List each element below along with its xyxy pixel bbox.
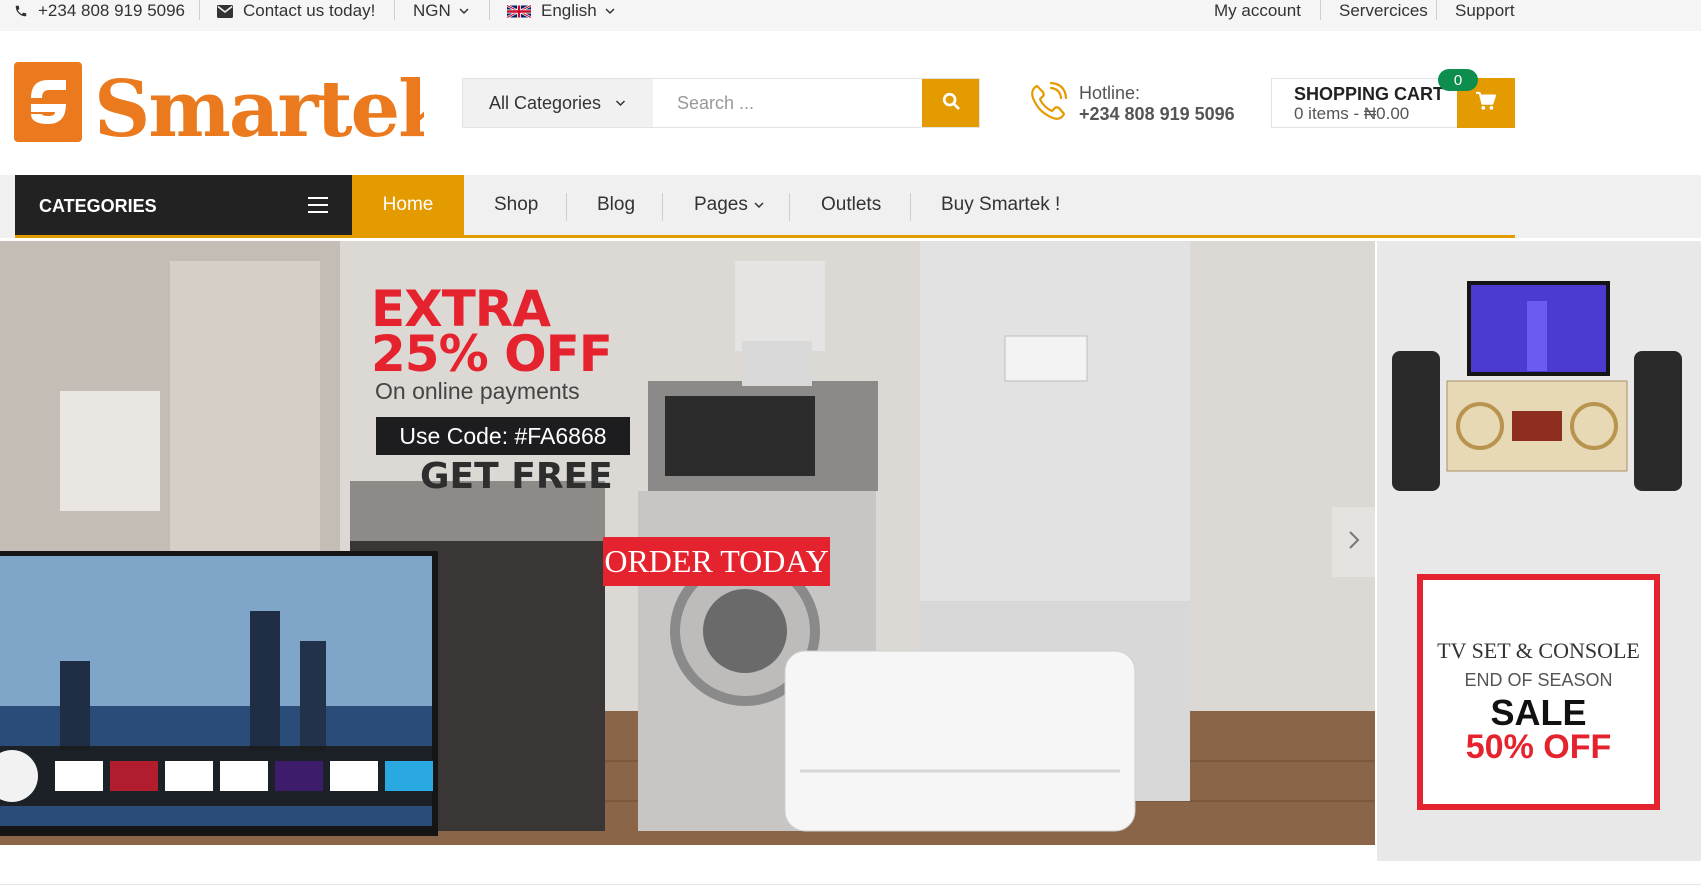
hotline[interactable]: Hotline: +234 808 919 5096 (1027, 80, 1235, 127)
hotline-number: +234 808 919 5096 (1079, 103, 1235, 124)
divider (789, 193, 790, 221)
hero-get-free: GET FREE (420, 456, 613, 497)
cart-title: SHOPPING CART (1294, 84, 1445, 104)
categories-label: CATEGORIES (39, 195, 157, 216)
hotline-label: Hotline: (1079, 82, 1141, 103)
nav-item-shop[interactable]: Shop (494, 175, 538, 235)
chevron-down-icon (605, 7, 615, 15)
category-select-label: All Categories (489, 92, 602, 113)
nav-item-blog[interactable]: Blog (597, 175, 635, 235)
site-logo[interactable]: Smartek (14, 58, 456, 155)
logo-wordmark: Smartek (94, 64, 424, 146)
mail-icon (217, 4, 233, 18)
category-select[interactable]: All Categories (463, 79, 653, 127)
sale-banner-title: TV SET & CONSOLE (1437, 638, 1640, 663)
sale-banner-subtitle: END OF SEASON (1464, 670, 1613, 690)
phone-icon (1027, 80, 1069, 127)
divider (394, 0, 395, 20)
nav-item-outlets[interactable]: Outlets (821, 175, 881, 235)
search-input[interactable] (653, 79, 922, 127)
divider (199, 0, 200, 20)
tv-sale-banner[interactable]: TV SET & CONSOLE END OF SEASON SALE 50% … (1417, 574, 1660, 810)
cart-summary: 0 items - ₦0.00 (1294, 104, 1410, 123)
search-button[interactable] (922, 79, 979, 127)
hero-headline-line2: 25% OFF (371, 325, 613, 383)
divider (1436, 0, 1437, 20)
services-link[interactable]: Servercices (1339, 0, 1428, 22)
sale-banner-discount: 50% OFF (1465, 728, 1612, 766)
my-account-link[interactable]: My account (1214, 0, 1301, 22)
divider (662, 193, 663, 221)
chevron-down-icon (754, 201, 764, 209)
order-today-button[interactable]: ORDER TODAY (603, 537, 830, 586)
chevron-right-icon (1348, 530, 1360, 555)
divider (1320, 0, 1321, 20)
shopping-cart[interactable]: SHOPPING CART 0 items - ₦0.00 (1271, 78, 1515, 128)
nav-item-pages[interactable]: Pages (694, 175, 764, 235)
chevron-down-icon (459, 7, 469, 15)
cart-count-badge: 0 (1438, 69, 1478, 91)
slider-next-button[interactable] (1332, 507, 1375, 577)
top-bar: +234 808 919 5096 Contact us today! NGN … (0, 0, 1701, 31)
cart-icon (1475, 91, 1497, 116)
promo-code: Use Code: #FA6868 (376, 417, 630, 455)
tv-console-image (1392, 281, 1682, 491)
hotline-text: Hotline: +234 808 919 5096 (1079, 83, 1235, 125)
top-contact[interactable]: Contact us today! (217, 0, 375, 22)
top-phone-text: +234 808 919 5096 (38, 1, 186, 20)
hero-subline: On online payments (375, 378, 580, 404)
nav-underline (15, 235, 1515, 238)
divider (910, 193, 911, 221)
language-selector[interactable]: English (507, 0, 615, 22)
language-label: English (541, 1, 597, 20)
support-link[interactable]: Support (1455, 0, 1515, 22)
hero-headline: EXTRA 25% OFF (371, 284, 613, 383)
nav-item-home[interactable]: Home (352, 175, 464, 235)
currency-label: NGN (413, 1, 451, 20)
categories-menu-button[interactable]: CATEGORIES (15, 175, 352, 237)
divider (489, 0, 490, 20)
hamburger-icon (308, 197, 328, 213)
divider (566, 193, 567, 221)
search-bar: All Categories (462, 78, 980, 128)
search-icon (942, 92, 960, 115)
top-contact-text: Contact us today! (243, 1, 376, 20)
nav-item-buy-smartek[interactable]: Buy Smartek ! (941, 175, 1060, 235)
top-phone[interactable]: +234 808 919 5096 (14, 0, 185, 22)
phone-icon (14, 4, 28, 18)
uk-flag-icon (507, 3, 531, 19)
currency-selector[interactable]: NGN (413, 0, 469, 22)
nav-item-pages-label: Pages (694, 194, 748, 215)
chevron-down-icon (615, 99, 626, 107)
divider (0, 884, 1701, 885)
